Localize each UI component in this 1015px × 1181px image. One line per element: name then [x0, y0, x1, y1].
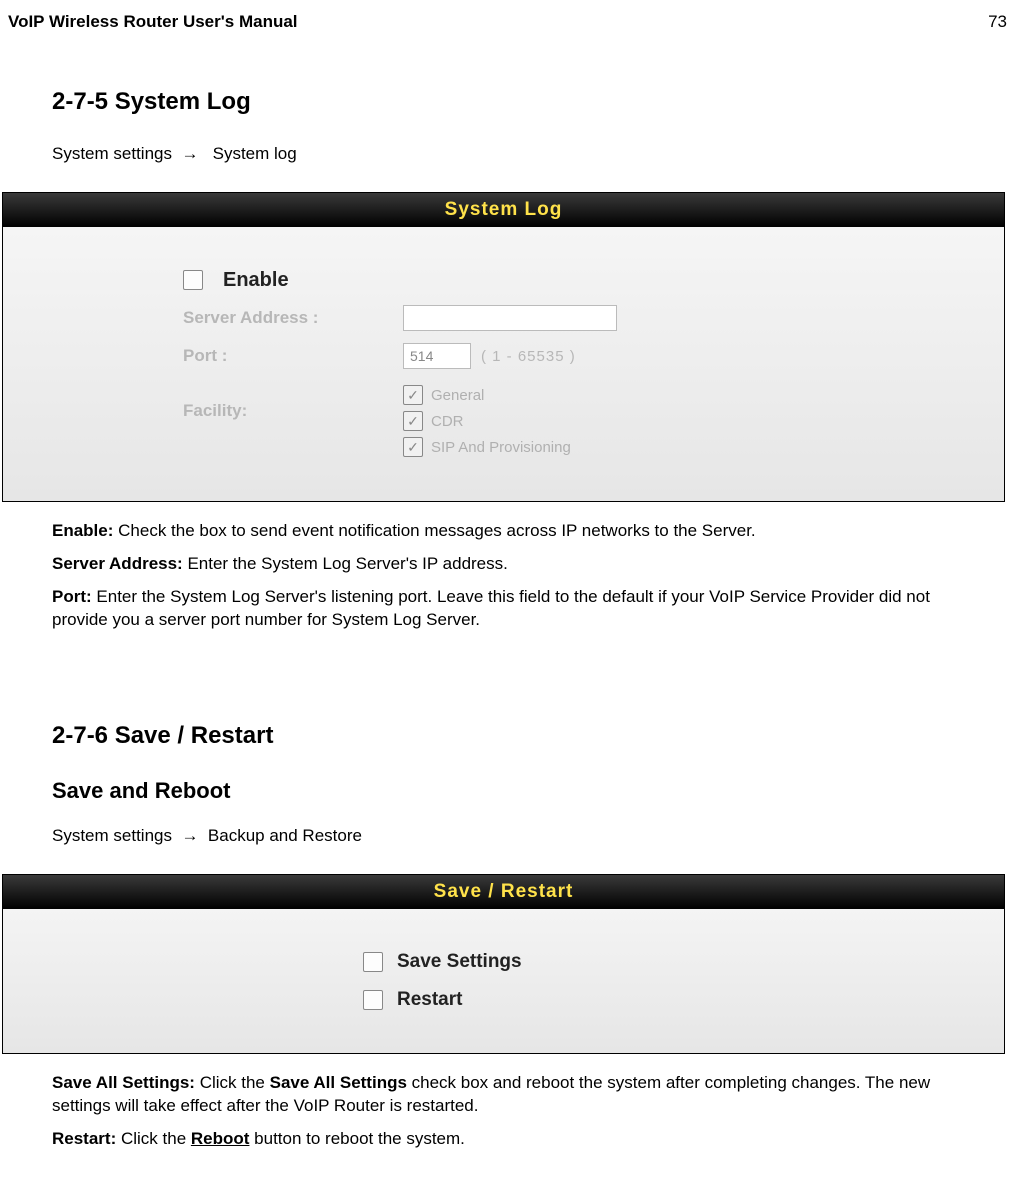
facility-item-sip: ✓ SIP And Provisioning — [403, 437, 571, 457]
doc-title: VoIP Wireless Router User's Manual — [8, 12, 298, 32]
sip-checkbox[interactable]: ✓ — [403, 437, 423, 457]
save-all-description: Save All Settings: Click the Save All Se… — [52, 1072, 963, 1118]
server-desc-bold: Server Address: — [52, 554, 183, 573]
breadcrumb-part-b: Backup and Restore — [208, 826, 362, 845]
panel-title: Save / Restart — [3, 875, 1004, 909]
restart-desc-bold2: Reboot — [191, 1129, 250, 1148]
arrow-icon: → — [181, 144, 198, 163]
breadcrumb: System settings → Backup and Restore — [52, 826, 963, 846]
enable-label: Enable — [223, 269, 289, 292]
facility-item-general: ✓ General — [403, 385, 571, 405]
check-icon: ✓ — [407, 440, 419, 454]
server-description: Server Address: Enter the System Log Ser… — [52, 553, 963, 576]
restart-desc-t1: Click the — [116, 1129, 191, 1148]
enable-desc-bold: Enable: — [52, 521, 113, 540]
save-desc-bold: Save All Settings: — [52, 1073, 195, 1092]
restart-row: Restart — [363, 985, 964, 1015]
check-icon: ✓ — [407, 388, 419, 402]
port-description: Port: Enter the System Log Server's list… — [52, 586, 963, 632]
restart-desc-t2: button to reboot the system. — [249, 1129, 464, 1148]
save-settings-label: Save Settings — [397, 951, 522, 973]
enable-row: Enable — [183, 265, 964, 295]
doc-header: VoIP Wireless Router User's Manual 73 — [0, 12, 1015, 38]
save-desc-bold2: Save All Settings — [270, 1073, 407, 1092]
save-desc-t1: Click the — [195, 1073, 270, 1092]
port-desc-bold: Port: — [52, 587, 92, 606]
panel-title: System Log — [3, 193, 1004, 227]
restart-desc-bold: Restart: — [52, 1129, 116, 1148]
system-log-panel: System Log Enable Server Address : Port … — [2, 192, 1005, 502]
arrow-icon: → — [181, 826, 198, 845]
save-restart-panel: Save / Restart Save Settings Restart — [2, 874, 1005, 1054]
facility-item-cdr: ✓ CDR — [403, 411, 571, 431]
server-desc-text: Enter the System Log Server's IP address… — [183, 554, 508, 573]
check-icon: ✓ — [407, 414, 419, 428]
breadcrumb-part-a: System settings — [52, 826, 172, 845]
port-row: Port : 514 ( 1 - 65535 ) — [183, 341, 964, 371]
port-input[interactable]: 514 — [403, 343, 471, 369]
restart-description: Restart: Click the Reboot button to rebo… — [52, 1128, 963, 1151]
facility-item-label: SIP And Provisioning — [431, 439, 571, 456]
section-heading-save-restart: 2-7-6 Save / Restart — [52, 722, 963, 750]
port-label: Port : — [183, 346, 403, 366]
facility-item-label: CDR — [431, 413, 464, 430]
save-settings-checkbox[interactable] — [363, 952, 383, 972]
cdr-checkbox[interactable]: ✓ — [403, 411, 423, 431]
restart-checkbox[interactable] — [363, 990, 383, 1010]
enable-description: Enable: Check the box to send event noti… — [52, 520, 963, 543]
port-range-hint: ( 1 - 65535 ) — [481, 348, 576, 365]
breadcrumb-part-a: System settings — [52, 144, 172, 163]
server-address-label: Server Address : — [183, 308, 403, 328]
facility-row: Facility: ✓ General ✓ CDR ✓ SIP And Prov… — [183, 379, 964, 463]
subheading-save-reboot: Save and Reboot — [52, 778, 963, 804]
server-address-input[interactable] — [403, 305, 617, 331]
server-address-row: Server Address : — [183, 303, 964, 333]
port-desc-text: Enter the System Log Server's listening … — [52, 587, 930, 629]
section-heading-system-log: 2-7-5 System Log — [52, 88, 963, 116]
restart-label: Restart — [397, 989, 462, 1011]
general-checkbox[interactable]: ✓ — [403, 385, 423, 405]
enable-desc-text: Check the box to send event notification… — [113, 521, 755, 540]
facility-label: Facility: — [183, 379, 403, 421]
enable-checkbox[interactable] — [183, 270, 203, 290]
facility-list: ✓ General ✓ CDR ✓ SIP And Provisioning — [403, 379, 571, 463]
page-number: 73 — [988, 12, 1007, 32]
save-settings-row: Save Settings — [363, 947, 964, 977]
breadcrumb: System settings → System log — [52, 144, 963, 164]
breadcrumb-part-b: System log — [213, 144, 297, 163]
facility-item-label: General — [431, 387, 484, 404]
